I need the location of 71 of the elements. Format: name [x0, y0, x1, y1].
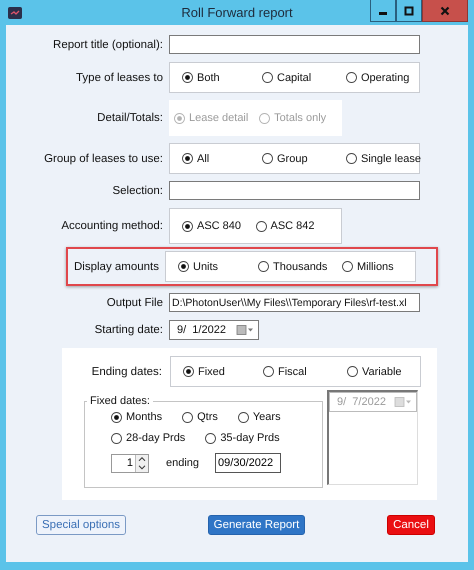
radio-button[interactable]: [111, 412, 122, 422]
radio-label: Capital: [277, 72, 312, 84]
radio-label: 35-day Prds: [220, 432, 280, 444]
radio-button[interactable]: [182, 220, 193, 232]
radio-button[interactable]: [346, 153, 357, 164]
radio-label: Both: [197, 72, 220, 84]
field-label: Group of leases to use:: [43, 152, 163, 164]
radio-button[interactable]: [258, 261, 269, 272]
radio-button[interactable]: [238, 412, 249, 422]
radio-label: Variable: [362, 366, 402, 378]
up-arrow-icon[interactable]: [136, 454, 148, 463]
radio-label: Operating: [361, 72, 410, 84]
radio-label: Fiscal: [278, 366, 307, 378]
radio-label: Lease detail: [189, 112, 248, 124]
maximize-icon[interactable]: [404, 6, 414, 16]
radio-label: Months: [126, 411, 162, 423]
radio-button[interactable]: [347, 366, 358, 377]
calendar-dropdown-icon[interactable]: [236, 325, 254, 335]
radio-button[interactable]: [182, 153, 193, 164]
date-picker[interactable]: 9/ 1/2022: [169, 320, 259, 340]
radio-label: All: [197, 152, 210, 164]
radio-button[interactable]: [178, 261, 189, 272]
field-label: ending: [166, 457, 200, 469]
radio-button[interactable]: [342, 261, 353, 272]
radio-button[interactable]: [111, 432, 122, 444]
group-legend: Fixed dates:: [87, 395, 153, 407]
maximize-button[interactable]: [396, 0, 422, 22]
window-title: Roll Forward report: [181, 5, 293, 20]
field-label: Output File: [106, 296, 163, 308]
radio-button[interactable]: [263, 366, 274, 377]
radio-label: Group: [277, 152, 308, 164]
field-label: Type of leases to: [75, 72, 163, 84]
radio-label: Millions: [357, 260, 394, 272]
radio-label: Qtrs: [197, 411, 218, 423]
radio-label: Years: [252, 411, 281, 423]
radio-label: Fixed: [198, 366, 225, 378]
radio-button[interactable]: [183, 366, 194, 377]
field-label: Report title (optional):: [52, 38, 163, 50]
radio-button[interactable]: [256, 220, 266, 232]
close-button[interactable]: [422, 0, 468, 22]
app-icon: [8, 6, 22, 18]
number-spinner[interactable]: 1: [111, 454, 149, 472]
field-label: Accounting method:: [60, 220, 163, 232]
date-field[interactable]: 09/30/2022: [215, 453, 282, 473]
options-button[interactable]: Special options: [36, 515, 126, 535]
radio-label: Totals only: [274, 112, 326, 124]
field-label: Display amounts: [72, 260, 159, 272]
down-arrow-icon[interactable]: [136, 463, 148, 472]
radio-label: Units: [193, 260, 218, 272]
text-field[interactable]: [169, 181, 420, 200]
field-label: Ending dates:: [90, 366, 162, 378]
radio-label: Single lease: [361, 152, 421, 164]
radio-button[interactable]: [262, 72, 273, 83]
generate-button[interactable]: Generate Report: [208, 515, 306, 535]
radio-label: 28-day Prds: [126, 432, 186, 444]
radio-button[interactable]: [182, 72, 193, 83]
radio-label: ASC 842: [270, 220, 315, 232]
radio-button[interactable]: [346, 72, 357, 83]
radio-label: ASC 840: [197, 220, 242, 232]
radio-button[interactable]: [205, 432, 216, 444]
radio-button[interactable]: [182, 412, 194, 422]
field-label: Starting date:: [94, 324, 163, 336]
radio-label: Thousands: [273, 260, 328, 272]
text-field[interactable]: [169, 35, 420, 54]
close-icon[interactable]: [440, 6, 450, 16]
minimize-button[interactable]: [370, 0, 396, 22]
cancel-button[interactable]: Cancel: [386, 515, 435, 535]
radio-button[interactable]: [262, 153, 273, 164]
text-field[interactable]: D:\PhotonUser\\My Files\\Temporary Files\rf-test.xl: [169, 293, 420, 312]
field-label: Selection:: [111, 184, 163, 196]
field-label: Detail/Totals:: [96, 112, 163, 124]
